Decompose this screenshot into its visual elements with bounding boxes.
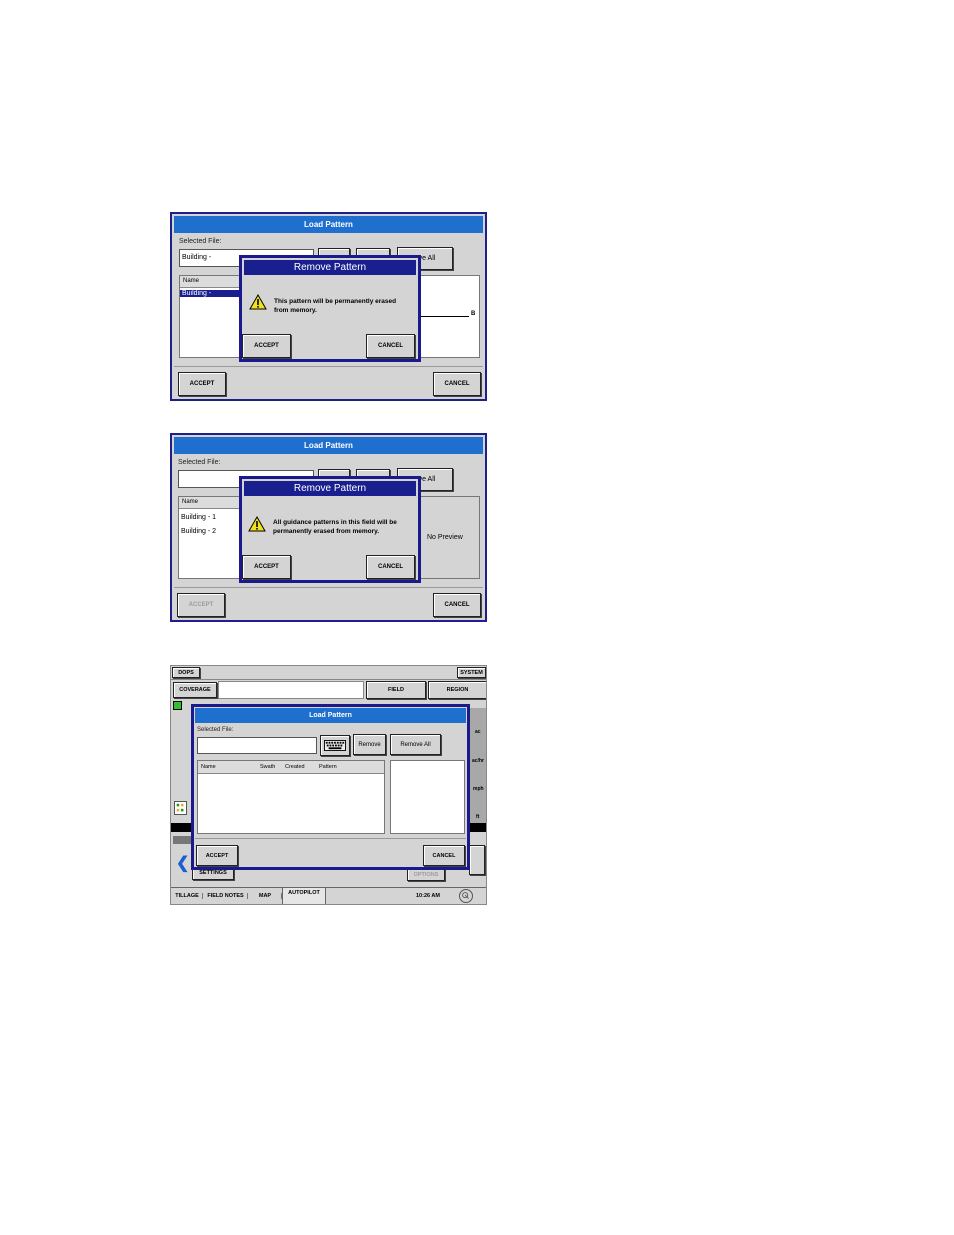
remove-pattern-dialog: Remove Pattern All guidance patterns in … bbox=[239, 476, 421, 583]
column-name: Name bbox=[201, 764, 216, 770]
keyboard-button[interactable] bbox=[320, 735, 350, 756]
list-item[interactable]: Building - 1 bbox=[179, 514, 216, 521]
dialog-cancel-button[interactable]: CANCEL bbox=[366, 334, 415, 358]
coverage-indicator bbox=[173, 701, 182, 710]
keyboard-icon bbox=[324, 740, 346, 751]
dialog-message-line1: All guidance patterns in this field will… bbox=[273, 519, 397, 526]
dialog-message: This pattern will be permanently erased … bbox=[274, 297, 396, 315]
steer-engage-button[interactable] bbox=[469, 845, 485, 875]
remove-pattern-dialog: Remove Pattern This pattern will be perm… bbox=[239, 255, 421, 362]
lightbar-left bbox=[171, 823, 193, 832]
list-header: Name Swath Created Pattern bbox=[198, 761, 384, 774]
dops-button[interactable]: DOPS bbox=[172, 667, 200, 678]
coverage-button[interactable]: COVERAGE bbox=[173, 682, 217, 698]
cancel-button[interactable]: CANCEL bbox=[433, 593, 481, 617]
preview-marker-b: B bbox=[471, 311, 476, 317]
clock: 10:26 AM bbox=[416, 893, 440, 899]
preview-placeholder: No Preview bbox=[427, 534, 463, 541]
dialog-title: Remove Pattern bbox=[244, 481, 416, 496]
load-pattern-dialog: Load Pattern Selected File: Remove Remov… bbox=[191, 704, 470, 870]
warning-icon bbox=[249, 294, 267, 310]
accept-button[interactable]: ACCEPT bbox=[196, 845, 238, 866]
unit-ft: ft bbox=[476, 814, 480, 820]
dialog-message-line2: from memory. bbox=[274, 307, 317, 314]
lightbar-right bbox=[468, 823, 486, 832]
window-title: Load Pattern bbox=[174, 437, 483, 454]
dialog-message-line2: permanently erased from memory. bbox=[273, 528, 380, 535]
column-created: Created bbox=[285, 764, 305, 770]
unit-ac-hr: ac/hr bbox=[472, 758, 484, 764]
pattern-preview: B bbox=[412, 275, 480, 358]
dialog-message: All guidance patterns in this field will… bbox=[273, 518, 397, 536]
column-pattern: Pattern bbox=[319, 764, 337, 770]
tab-autopilot[interactable]: AUTOPILOT bbox=[282, 888, 326, 904]
steering-wheel-icon[interactable] bbox=[459, 889, 473, 903]
right-unit-panel bbox=[470, 708, 486, 826]
remove-all-button[interactable]: Remove All bbox=[390, 734, 441, 755]
column-swath: Swath bbox=[260, 764, 276, 770]
pattern-preview bbox=[390, 760, 465, 834]
accept-button[interactable]: ACCEPT bbox=[177, 593, 225, 617]
dialog-title: Load Pattern bbox=[195, 708, 466, 723]
system-button[interactable]: SYSTEM bbox=[457, 667, 486, 678]
selected-file-label: Selected File: bbox=[178, 459, 221, 466]
selected-file-label: Selected File: bbox=[197, 727, 234, 733]
selected-file-label: Selected File: bbox=[179, 238, 222, 245]
footer-divider bbox=[174, 366, 483, 367]
field-button[interactable]: FIELD bbox=[366, 681, 426, 699]
footer-divider bbox=[195, 838, 466, 839]
screenshot-1-load-pattern: Load Pattern Selected File: Building - o… bbox=[170, 212, 487, 401]
dialog-title: Remove Pattern bbox=[244, 260, 416, 275]
remove-button[interactable]: Remove bbox=[353, 734, 386, 755]
pattern-list: Name Swath Created Pattern bbox=[197, 760, 385, 834]
footer-divider bbox=[174, 587, 483, 588]
unit-ac: ac bbox=[475, 729, 481, 735]
back-arrow-icon[interactable]: ❮ bbox=[176, 853, 189, 873]
list-item[interactable]: Building - 2 bbox=[179, 528, 216, 535]
warning-icon bbox=[248, 516, 266, 532]
dialog-cancel-button[interactable]: CANCEL bbox=[366, 555, 415, 579]
unit-mph: mph bbox=[473, 786, 484, 792]
screenshot-2-load-pattern: Load Pattern Selected File: ove All Name… bbox=[170, 433, 487, 622]
top-bar bbox=[171, 666, 486, 680]
column-name: Name bbox=[183, 278, 200, 284]
tab-field-notes[interactable]: FIELD NOTES bbox=[204, 893, 248, 899]
cancel-button[interactable]: CANCEL bbox=[433, 372, 481, 396]
screenshot-3-main-screen: DOPS SYSTEM COVERAGE FIELD REGION ac ac/… bbox=[170, 665, 487, 905]
list-item[interactable]: Building - bbox=[180, 290, 246, 297]
dialog-accept-button[interactable]: ACCEPT bbox=[242, 334, 291, 358]
dialog-message-line1: This pattern will be permanently erased bbox=[274, 298, 397, 305]
preview-line bbox=[415, 316, 469, 317]
column-name: Name bbox=[182, 499, 199, 505]
zoom-extents-icon[interactable] bbox=[174, 801, 187, 815]
accept-button[interactable]: ACCEPT bbox=[178, 372, 226, 396]
window-title: Load Pattern bbox=[174, 216, 483, 233]
pattern-preview: No Preview bbox=[412, 496, 480, 579]
cancel-button[interactable]: CANCEL bbox=[423, 845, 465, 866]
tab-map[interactable]: MAP bbox=[249, 893, 282, 899]
dialog-accept-button[interactable]: ACCEPT bbox=[242, 555, 291, 579]
region-button[interactable]: REGION bbox=[428, 681, 486, 699]
field-name-display bbox=[218, 681, 364, 699]
selected-file-field[interactable] bbox=[197, 737, 317, 754]
tab-tillage[interactable]: TILLAGE bbox=[172, 893, 203, 899]
status-strip bbox=[173, 836, 193, 844]
